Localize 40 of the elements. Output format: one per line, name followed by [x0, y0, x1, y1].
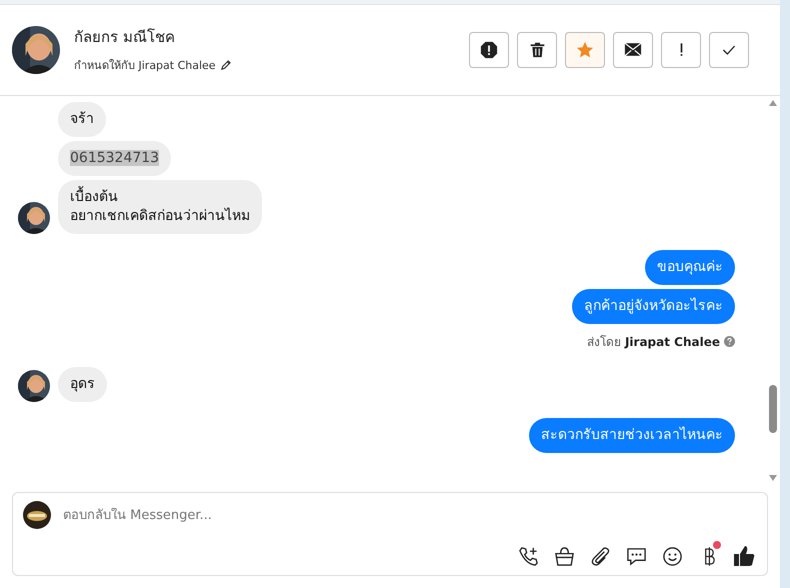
avatar — [18, 202, 50, 234]
message-bubble: เบื้องต้น อยากเชกเคดิสก่อนว่าผ่านไหม — [58, 180, 262, 234]
page-avatar — [23, 501, 51, 530]
alert-icon — [480, 40, 498, 59]
trash-icon — [528, 41, 546, 58]
exclamation-icon — [678, 42, 684, 58]
toolbar-button[interactable] — [733, 545, 755, 567]
notification-dot — [713, 541, 721, 549]
message-bubble: จร้า — [58, 102, 106, 136]
star-icon — [576, 40, 594, 59]
action-button[interactable] — [613, 32, 653, 68]
action-button[interactable] — [469, 32, 509, 68]
phone-plus-icon — [518, 546, 538, 566]
scroll-down-icon[interactable] — [769, 475, 777, 482]
mail-icon — [624, 42, 642, 58]
assigned-to-text: กำหนดให้กับ Jirapat Chalee — [74, 58, 216, 74]
chat-bubble-icon — [626, 546, 646, 566]
toolbar-button[interactable] — [589, 545, 611, 567]
action-button[interactable] — [517, 32, 557, 68]
message-bubble: ลูกค้าอยู่จังหวัดอะไรคะ — [572, 288, 735, 324]
toolbar-button[interactable] — [553, 545, 575, 567]
toolbar-button[interactable] — [517, 545, 539, 567]
scrollbar-thumb[interactable] — [769, 385, 777, 434]
selected-text: 0615324713 — [70, 150, 160, 166]
toolbar-button[interactable] — [625, 545, 647, 567]
pencil-icon[interactable] — [220, 60, 231, 71]
sent-by-text: ส่งโดย Jirapat Chalee — [587, 334, 720, 350]
scroll-up-icon[interactable] — [769, 100, 777, 106]
basket-icon — [554, 546, 574, 566]
smiley-icon — [662, 546, 682, 566]
contact-name: กัลยกร มณีโชค — [74, 27, 176, 48]
message-bubble: สะดวกรับสายช่วงเวลาไหนคะ — [529, 418, 735, 452]
message-bubble: ขอบคุณค่ะ — [645, 250, 735, 284]
help-icon[interactable] — [724, 336, 735, 346]
avatar — [12, 26, 60, 74]
thumbs-up-icon — [733, 545, 755, 567]
paperclip-icon — [590, 546, 610, 566]
toolbar-button[interactable] — [661, 545, 683, 567]
avatar — [18, 370, 50, 402]
message-bubble: อุดร — [58, 366, 107, 402]
